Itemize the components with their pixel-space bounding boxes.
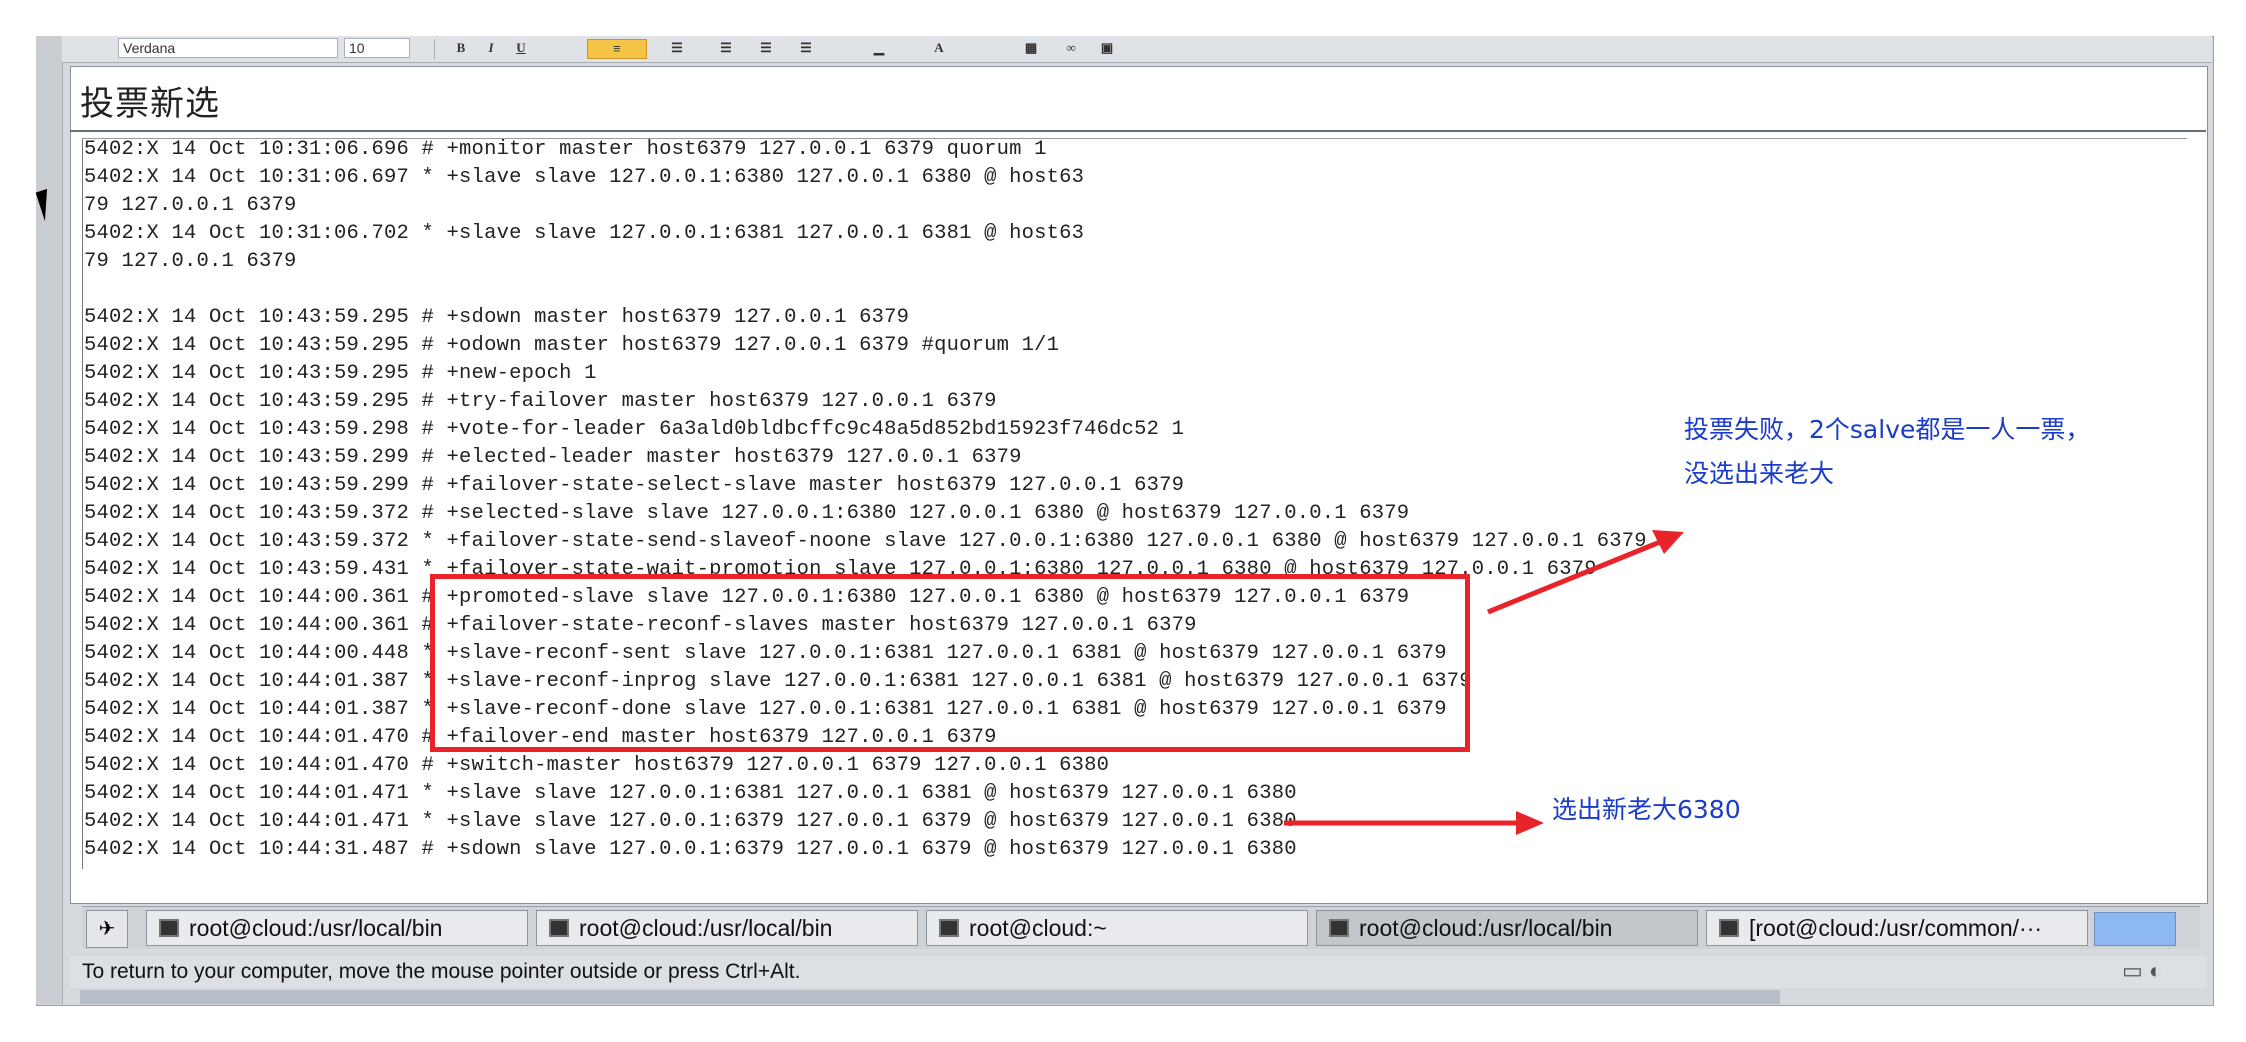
taskbar-item[interactable]: root@cloud:/usr/local/bin xyxy=(146,910,528,946)
taskbar-item-label: root@cloud:/usr/local/bin xyxy=(189,915,443,941)
terminal-icon xyxy=(1719,918,1739,937)
terminal-icon xyxy=(1329,918,1349,937)
arrow-to-vote-fail-note xyxy=(1487,530,1684,615)
taskbar-item-label: root@cloud:/usr/local/bin xyxy=(1359,915,1613,941)
taskbar-item[interactable]: root@cloud:/usr/local/bin xyxy=(536,910,918,946)
taskbar-item-active[interactable]: root@cloud:/usr/local/bin xyxy=(1316,910,1698,946)
vote-fail-note-line2: 没选出来老大 xyxy=(1684,459,1835,488)
taskbar-item-label: root@cloud:/usr/local/bin xyxy=(579,915,833,941)
taskbar-item[interactable]: [root@cloud:/usr/common/··· xyxy=(1706,910,2088,946)
taskbar-item[interactable]: root@cloud:~ xyxy=(926,910,1308,946)
arrow-to-new-master-note xyxy=(1284,811,1544,835)
terminal-icon xyxy=(939,918,959,937)
status-message: To return to your computer, move the mou… xyxy=(82,960,801,983)
vote-fail-note-line1: 投票失败，2个salve都是一人一票， xyxy=(1684,415,2091,444)
taskbar-menu-icon[interactable]: ✈ xyxy=(86,910,128,948)
taskbar-tray[interactable] xyxy=(2094,912,2176,946)
taskbar-item-label: root@cloud:~ xyxy=(969,915,1107,941)
taskbar-item-label: [root@cloud:/usr/common/··· xyxy=(1749,915,2043,941)
annotation-arrows xyxy=(1284,530,1684,835)
host-taskbar-strip xyxy=(80,990,1780,1004)
terminal-icon xyxy=(549,918,569,937)
status-tray-icons: ▭ ◐ xyxy=(2122,958,2163,983)
new-master-note: 选出新老大6380 xyxy=(1552,795,1741,824)
terminal-icon xyxy=(159,918,179,937)
